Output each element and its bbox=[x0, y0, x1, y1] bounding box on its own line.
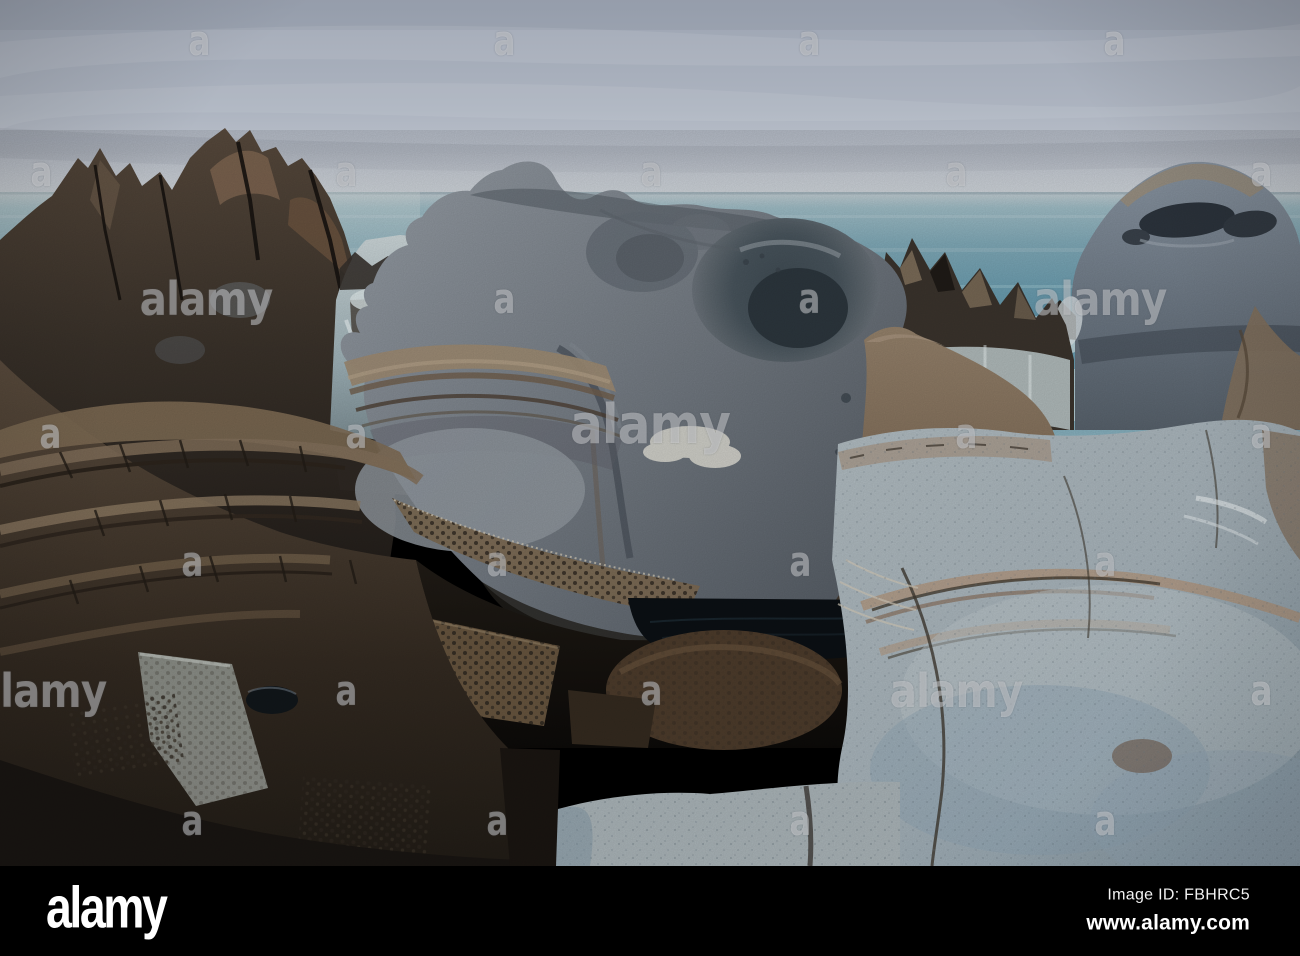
caption-bar: alamy Image ID: FBHRC5 www.alamy.com bbox=[0, 866, 1300, 956]
image-id-text: Image ID: FBHRC5 bbox=[1107, 886, 1250, 904]
photo-canvas bbox=[0, 0, 1300, 866]
vignette bbox=[0, 0, 1300, 866]
alamy-stock-photo: a a a a a a a a a alamy a a alamy a a a … bbox=[0, 0, 1300, 956]
alamy-logo: alamy bbox=[46, 875, 168, 941]
website-text: www.alamy.com bbox=[1086, 911, 1250, 935]
